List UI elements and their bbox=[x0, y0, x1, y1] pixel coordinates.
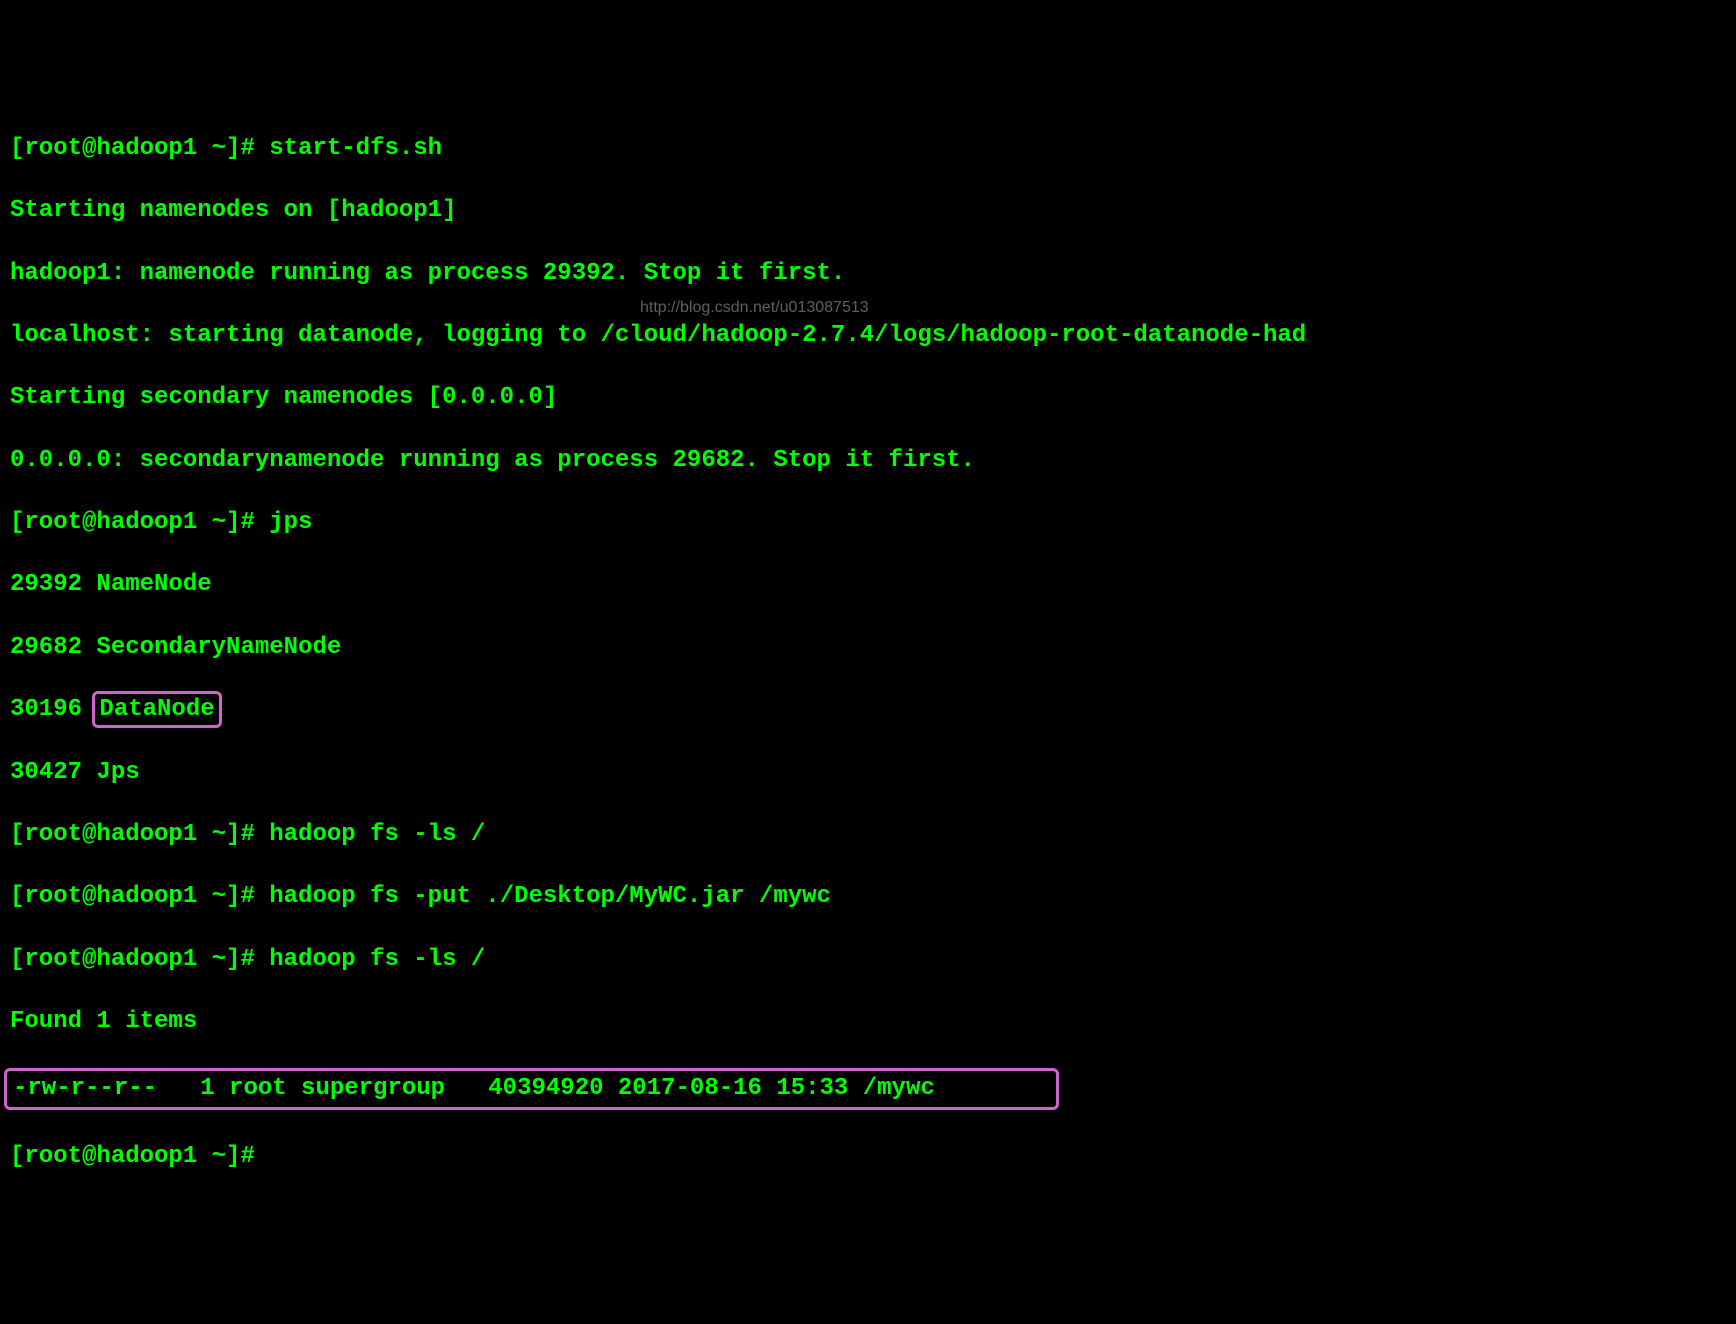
file-listing-highlight: -rw-r--r-- 1 root supergroup 40394920 20… bbox=[4, 1068, 1059, 1109]
output-line: Starting secondary namenodes [0.0.0.0] bbox=[10, 382, 1726, 413]
command-text: start-dfs.sh bbox=[269, 135, 442, 162]
jps-output-line: 29682 SecondaryNameNode bbox=[10, 632, 1726, 663]
command-text: hadoop fs -ls / bbox=[269, 946, 485, 973]
command-text: hadoop fs -ls / bbox=[269, 821, 485, 848]
shell-prompt: [root@hadoop1 ~]# bbox=[10, 821, 269, 848]
file-listing-row: -rw-r--r-- 1 root supergroup 40394920 20… bbox=[13, 1075, 935, 1102]
shell-prompt: [root@hadoop1 ~]# bbox=[10, 946, 269, 973]
jps-output-line: 29392 NameNode bbox=[10, 569, 1726, 600]
datanode-highlight: DataNode bbox=[92, 691, 221, 728]
command-text: hadoop fs -put ./Desktop/MyWC.jar /mywc bbox=[269, 883, 831, 910]
output-line: 0.0.0.0: secondarynamenode running as pr… bbox=[10, 445, 1726, 476]
command-text: jps bbox=[269, 509, 312, 536]
shell-prompt: [root@hadoop1 ~]# bbox=[10, 509, 269, 536]
output-line: Starting namenodes on [hadoop1] bbox=[10, 195, 1726, 226]
shell-prompt: [root@hadoop1 ~]# bbox=[10, 883, 269, 910]
output-line: hadoop1: namenode running as process 293… bbox=[10, 258, 1726, 289]
shell-prompt: [root@hadoop1 ~]# bbox=[10, 135, 269, 162]
watermark-text: http://blog.csdn.net/u013087513 bbox=[640, 298, 869, 319]
output-line: Found 1 items bbox=[10, 1006, 1726, 1037]
jps-output-line: 30427 Jps bbox=[10, 757, 1726, 788]
shell-prompt[interactable]: [root@hadoop1 ~]# bbox=[10, 1141, 1726, 1172]
output-line: localhost: starting datanode, logging to… bbox=[10, 320, 1726, 351]
jps-pid: 30196 bbox=[10, 696, 96, 723]
